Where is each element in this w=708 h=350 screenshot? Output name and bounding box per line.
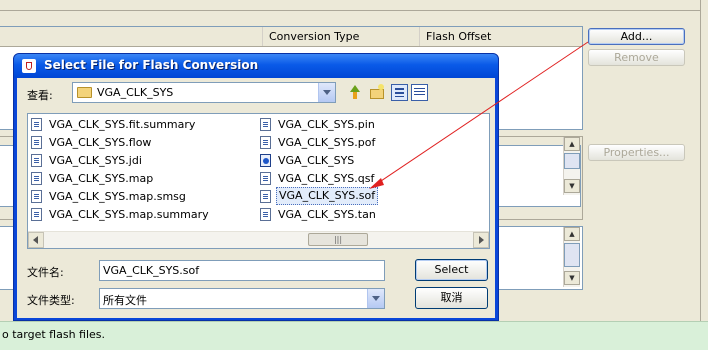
dialog-body: 查看: VGA_CLK_SYS VGA_CLK_SYS.fit.summary … xyxy=(17,78,495,318)
scroll-right-arrow-icon[interactable] xyxy=(473,232,489,248)
scroll-up-arrow-icon[interactable]: ▲ xyxy=(564,227,580,241)
properties-scrollbar[interactable]: ▲ ▼ xyxy=(563,137,580,195)
chevron-down-icon[interactable] xyxy=(367,289,384,308)
file-icon xyxy=(31,154,42,167)
select-file-dialog: Select File for Flash Conversion 查看: VGA… xyxy=(13,53,499,321)
scroll-thumb[interactable] xyxy=(564,243,580,267)
project-icon xyxy=(260,154,271,167)
file-icon xyxy=(31,208,42,221)
secondary-scrollbar[interactable]: ▲ ▼ xyxy=(563,227,580,287)
file-type-label: 文件类型: xyxy=(27,294,75,307)
details-view-icon[interactable] xyxy=(411,84,428,101)
look-in-label: 查看: xyxy=(27,89,53,102)
dialog-title: Select File for Flash Conversion xyxy=(44,58,259,72)
file-name-input[interactable]: VGA_CLK_SYS.sof xyxy=(99,260,385,281)
up-one-level-icon[interactable] xyxy=(347,84,364,101)
file-list[interactable]: VGA_CLK_SYS.fit.summary VGA_CLK_SYS.flow… xyxy=(27,113,490,249)
table-header: Conversion Type Flash Offset xyxy=(0,27,582,47)
scroll-thumb[interactable] xyxy=(564,153,580,169)
cancel-button[interactable]: 取消 xyxy=(415,287,488,309)
properties-button[interactable]: Properties... xyxy=(588,144,685,161)
scroll-thumb[interactable]: ||| xyxy=(308,233,368,246)
add-button[interactable]: Add... xyxy=(588,28,685,45)
dialog-title-bar[interactable]: Select File for Flash Conversion xyxy=(14,54,498,78)
file-type-value: 所有文件 xyxy=(103,294,147,307)
select-button[interactable]: Select xyxy=(415,259,488,281)
new-folder-icon[interactable] xyxy=(369,84,386,101)
file-name-label: 文件名: xyxy=(27,266,64,279)
remove-button[interactable]: Remove xyxy=(588,49,685,66)
divider xyxy=(700,0,701,321)
java-coffee-icon xyxy=(22,59,36,73)
file-icon xyxy=(260,172,271,185)
file-icon xyxy=(260,190,271,203)
file-icon xyxy=(31,136,42,149)
text-file-icon xyxy=(260,208,271,221)
chevron-down-icon[interactable] xyxy=(318,83,335,102)
column-header-flash-offset[interactable]: Flash Offset xyxy=(419,27,586,46)
folder-icon xyxy=(77,87,92,98)
list-view-icon[interactable] xyxy=(391,84,408,101)
scroll-up-arrow-icon[interactable]: ▲ xyxy=(564,137,580,151)
file-icon xyxy=(31,172,42,185)
scroll-down-arrow-icon[interactable]: ▼ xyxy=(564,271,580,285)
file-icon xyxy=(260,118,271,131)
file-list-horizontal-scrollbar[interactable]: ||| xyxy=(28,231,489,248)
status-text: o target flash files. xyxy=(2,328,106,341)
column-header-conversion-type[interactable]: Conversion Type xyxy=(262,27,419,46)
divider xyxy=(0,10,700,11)
file-type-dropdown[interactable]: 所有文件 xyxy=(99,288,385,309)
file-icon xyxy=(31,190,42,203)
file-icon xyxy=(31,118,42,131)
status-bar: o target flash files. xyxy=(0,321,708,350)
look-in-value: VGA_CLK_SYS xyxy=(97,86,174,99)
scroll-down-arrow-icon[interactable]: ▼ xyxy=(564,179,580,193)
file-icon xyxy=(260,136,271,149)
look-in-dropdown[interactable]: VGA_CLK_SYS xyxy=(72,82,336,103)
scroll-left-arrow-icon[interactable] xyxy=(28,232,44,248)
